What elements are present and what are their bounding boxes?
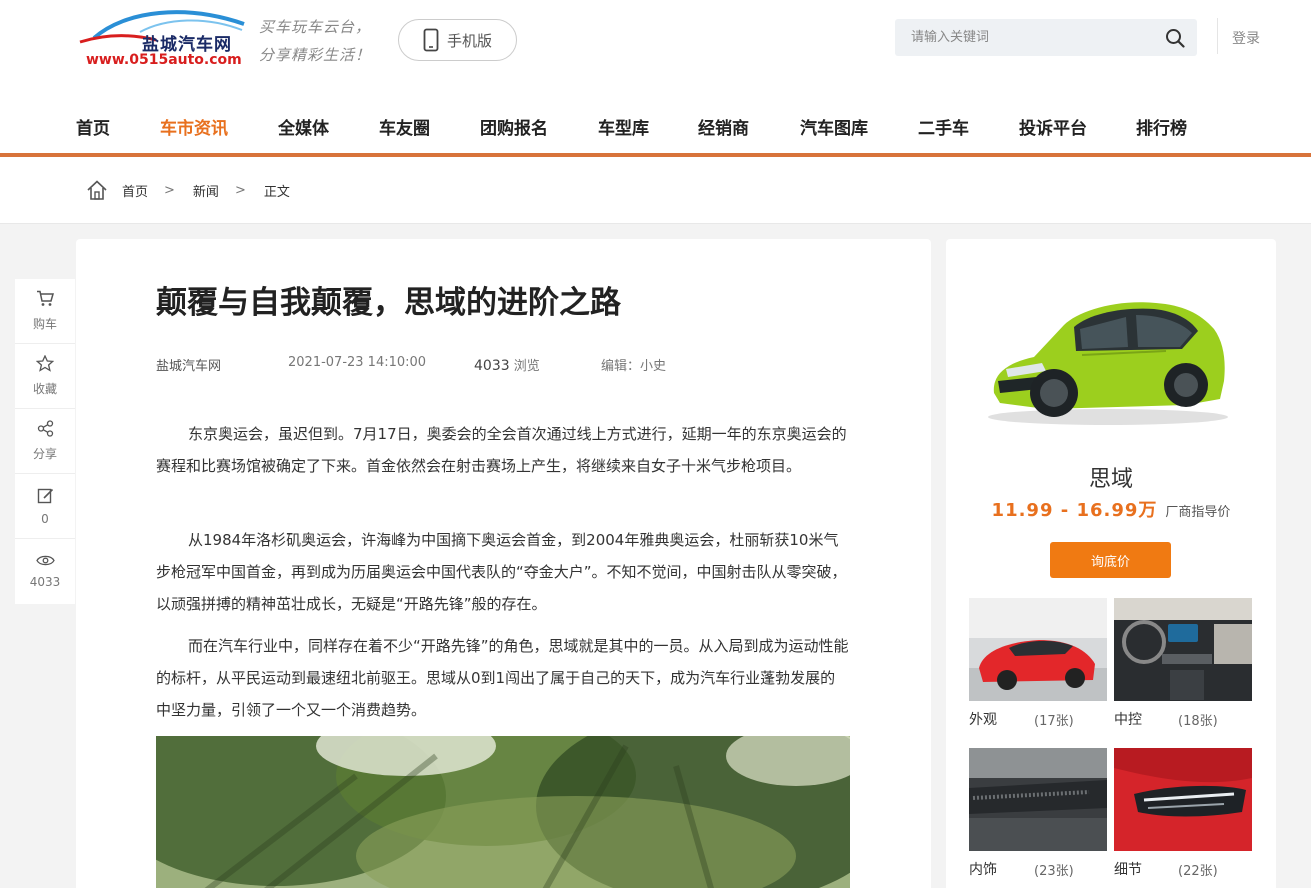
interior-photo bbox=[969, 748, 1107, 851]
price-row: 11.99 - 16.99万 厂商指导价 bbox=[946, 496, 1276, 522]
phone-icon bbox=[423, 28, 439, 52]
car-model-name[interactable]: 思域 bbox=[946, 461, 1276, 493]
gallery-interior-count: (23张) bbox=[1034, 864, 1074, 879]
favorite-label: 收藏 bbox=[32, 382, 57, 396]
gallery-exterior-thumb[interactable] bbox=[969, 598, 1107, 701]
breadcrumb-separator: > bbox=[164, 182, 175, 198]
search-icon[interactable] bbox=[1165, 28, 1185, 48]
gallery-console-count: (18张) bbox=[1178, 714, 1218, 729]
nav-item-car-models[interactable]: 车型库 bbox=[598, 114, 649, 139]
article-panel: 颠覆与自我颠覆，思域的进阶之路 盐城汽车网 2021-07-23 14:10:0… bbox=[76, 239, 931, 888]
gallery-exterior-count: (17张) bbox=[1034, 714, 1074, 729]
car-sidebar: 思域 11.99 - 16.99万 厂商指导价 询底价 外观 (17张) 中控 (… bbox=[946, 239, 1276, 888]
gallery-interior-thumb[interactable] bbox=[969, 748, 1107, 851]
float-action-bar: 购车 收藏 分享 0 4033 bbox=[15, 279, 75, 604]
views-indicator: 4033 bbox=[15, 539, 75, 604]
breadcrumb-news[interactable]: 新闻 bbox=[193, 181, 219, 200]
favorite-button[interactable]: 收藏 bbox=[15, 344, 75, 409]
logo-url: www.0515auto.com bbox=[86, 52, 242, 68]
exterior-photo bbox=[969, 598, 1107, 701]
mobile-version-button[interactable]: 手机版 bbox=[398, 19, 517, 61]
cart-icon bbox=[37, 290, 54, 306]
breadcrumb: 首页 > 新闻 > 正文 bbox=[86, 179, 290, 201]
gallery-exterior-label[interactable]: 外观 bbox=[969, 709, 997, 729]
share-icon bbox=[37, 420, 53, 437]
home-icon[interactable] bbox=[86, 179, 108, 201]
article-paragraph: 东京奥运会，虽迟但到。7月17日，奥委会的全会首次通过线上方式进行，延期一年的东… bbox=[156, 425, 847, 475]
car-price: 11.99 - 16.99万 bbox=[991, 500, 1158, 521]
article-title: 颠覆与自我颠覆，思域的进阶之路 bbox=[156, 285, 621, 321]
slogan-line-1: 买车玩车云台， bbox=[259, 18, 372, 36]
car-image[interactable] bbox=[986, 289, 1231, 429]
nav-item-dealers[interactable]: 经销商 bbox=[698, 114, 749, 139]
nav-item-media[interactable]: 全媒体 bbox=[278, 114, 329, 139]
buy-car-button[interactable]: 购车 bbox=[15, 279, 75, 344]
article-editor: 编辑：小史 bbox=[601, 359, 667, 374]
nav-item-home[interactable]: 首页 bbox=[76, 114, 110, 139]
console-photo bbox=[1114, 598, 1252, 701]
eye-icon bbox=[35, 555, 55, 566]
article-source[interactable]: 盐城汽车网 bbox=[156, 355, 221, 374]
price-note: 厂商指导价 bbox=[1165, 505, 1231, 520]
login-link[interactable]: 登录 bbox=[1232, 28, 1260, 48]
gallery-detail-thumb[interactable] bbox=[1114, 748, 1252, 851]
gallery-detail-label[interactable]: 细节 bbox=[1114, 859, 1142, 879]
gallery-console-thumb[interactable] bbox=[1114, 598, 1252, 701]
breadcrumb-bar: 首页 > 新闻 > 正文 bbox=[0, 157, 1311, 224]
search-input[interactable] bbox=[895, 19, 1145, 56]
breadcrumb-current: 正文 bbox=[263, 184, 290, 200]
gallery-detail-count: (22张) bbox=[1178, 864, 1218, 879]
nav-item-used-cars[interactable]: 二手车 bbox=[918, 114, 969, 139]
nav-item-group-buy[interactable]: 团购报名 bbox=[480, 114, 548, 139]
buy-car-label: 购车 bbox=[32, 317, 57, 331]
share-label: 分享 bbox=[32, 447, 57, 461]
article-views: 4033 浏览 bbox=[474, 355, 540, 374]
article-date: 2021-07-23 14:10:00 bbox=[288, 355, 427, 370]
nav-item-car-club[interactable]: 车友圈 bbox=[379, 114, 430, 139]
gallery-console-label[interactable]: 中控 bbox=[1114, 709, 1142, 729]
header-divider bbox=[1217, 18, 1218, 54]
site-logo[interactable]: 盐城汽车网 www.0515auto.com bbox=[76, 8, 246, 72]
ask-price-button[interactable]: 询底价 bbox=[1050, 542, 1171, 578]
nav-item-news[interactable]: 车市资讯 bbox=[160, 114, 228, 139]
star-icon bbox=[36, 355, 54, 372]
article-image bbox=[156, 736, 850, 888]
share-button[interactable]: 分享 bbox=[15, 409, 75, 474]
comment-count: 0 bbox=[41, 511, 49, 526]
article-paragraph: 从1984年洛杉矶奥运会，许海峰为中国摘下奥运会首金，到2004年雅典奥运会，杜… bbox=[156, 531, 847, 613]
article-paragraph: 而在汽车行业中，同样存在着不少“开路先锋”的角色，思域就是其中的一员。从入局到成… bbox=[156, 637, 849, 719]
nav-item-car-gallery[interactable]: 汽车图库 bbox=[800, 114, 868, 139]
search-box bbox=[895, 19, 1197, 56]
slogan: 买车玩车云台， 分享精彩生活！ bbox=[259, 13, 371, 69]
breadcrumb-home[interactable]: 首页 bbox=[122, 181, 148, 200]
article-views-unit: 浏览 bbox=[513, 359, 540, 374]
view-count: 4033 bbox=[29, 575, 61, 589]
slogan-line-2: 分享精彩生活！ bbox=[259, 46, 372, 64]
nav-item-rankings[interactable]: 排行榜 bbox=[1136, 114, 1187, 139]
edit-icon bbox=[37, 488, 53, 503]
article-views-number: 4033 bbox=[474, 358, 510, 374]
nav-item-complaints[interactable]: 投诉平台 bbox=[1019, 114, 1087, 139]
site-header: 盐城汽车网 www.0515auto.com 买车玩车云台， 分享精彩生活！ 手… bbox=[0, 0, 1311, 157]
forest-road-photo bbox=[156, 736, 850, 888]
mobile-version-label: 手机版 bbox=[446, 31, 492, 50]
breadcrumb-separator: > bbox=[234, 182, 246, 198]
comment-button[interactable]: 0 bbox=[15, 474, 75, 539]
detail-photo bbox=[1114, 748, 1252, 851]
gallery-interior-label[interactable]: 内饰 bbox=[969, 859, 997, 879]
